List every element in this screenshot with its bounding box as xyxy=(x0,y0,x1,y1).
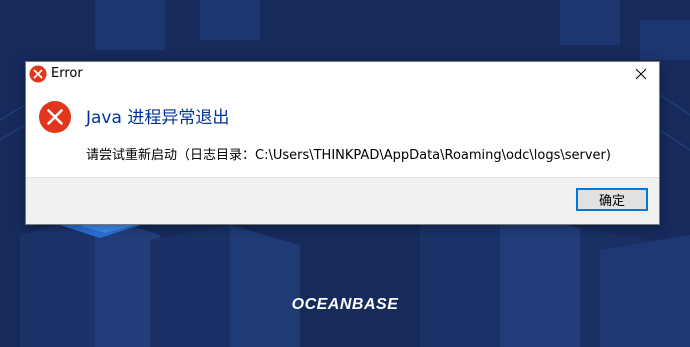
error-dialog: Error Java 进程异常退出 请尝试重新启动（日志目录：C:\Users\… xyxy=(25,61,660,225)
ok-button[interactable]: 确定 xyxy=(576,188,648,211)
close-button[interactable] xyxy=(623,62,659,86)
main-instruction: Java 进程异常退出 xyxy=(86,108,230,128)
error-message: 请尝试重新启动（日志目录：C:\Users\THINKPAD\AppData\R… xyxy=(86,148,611,163)
dialog-title: Error xyxy=(51,66,83,81)
error-icon xyxy=(39,101,71,133)
oceanbase-logo: OCEANBASE xyxy=(291,296,399,313)
title-bar[interactable]: Error xyxy=(26,62,659,86)
button-bar: 确定 xyxy=(26,177,659,224)
close-icon xyxy=(635,68,647,80)
error-icon xyxy=(29,65,47,83)
